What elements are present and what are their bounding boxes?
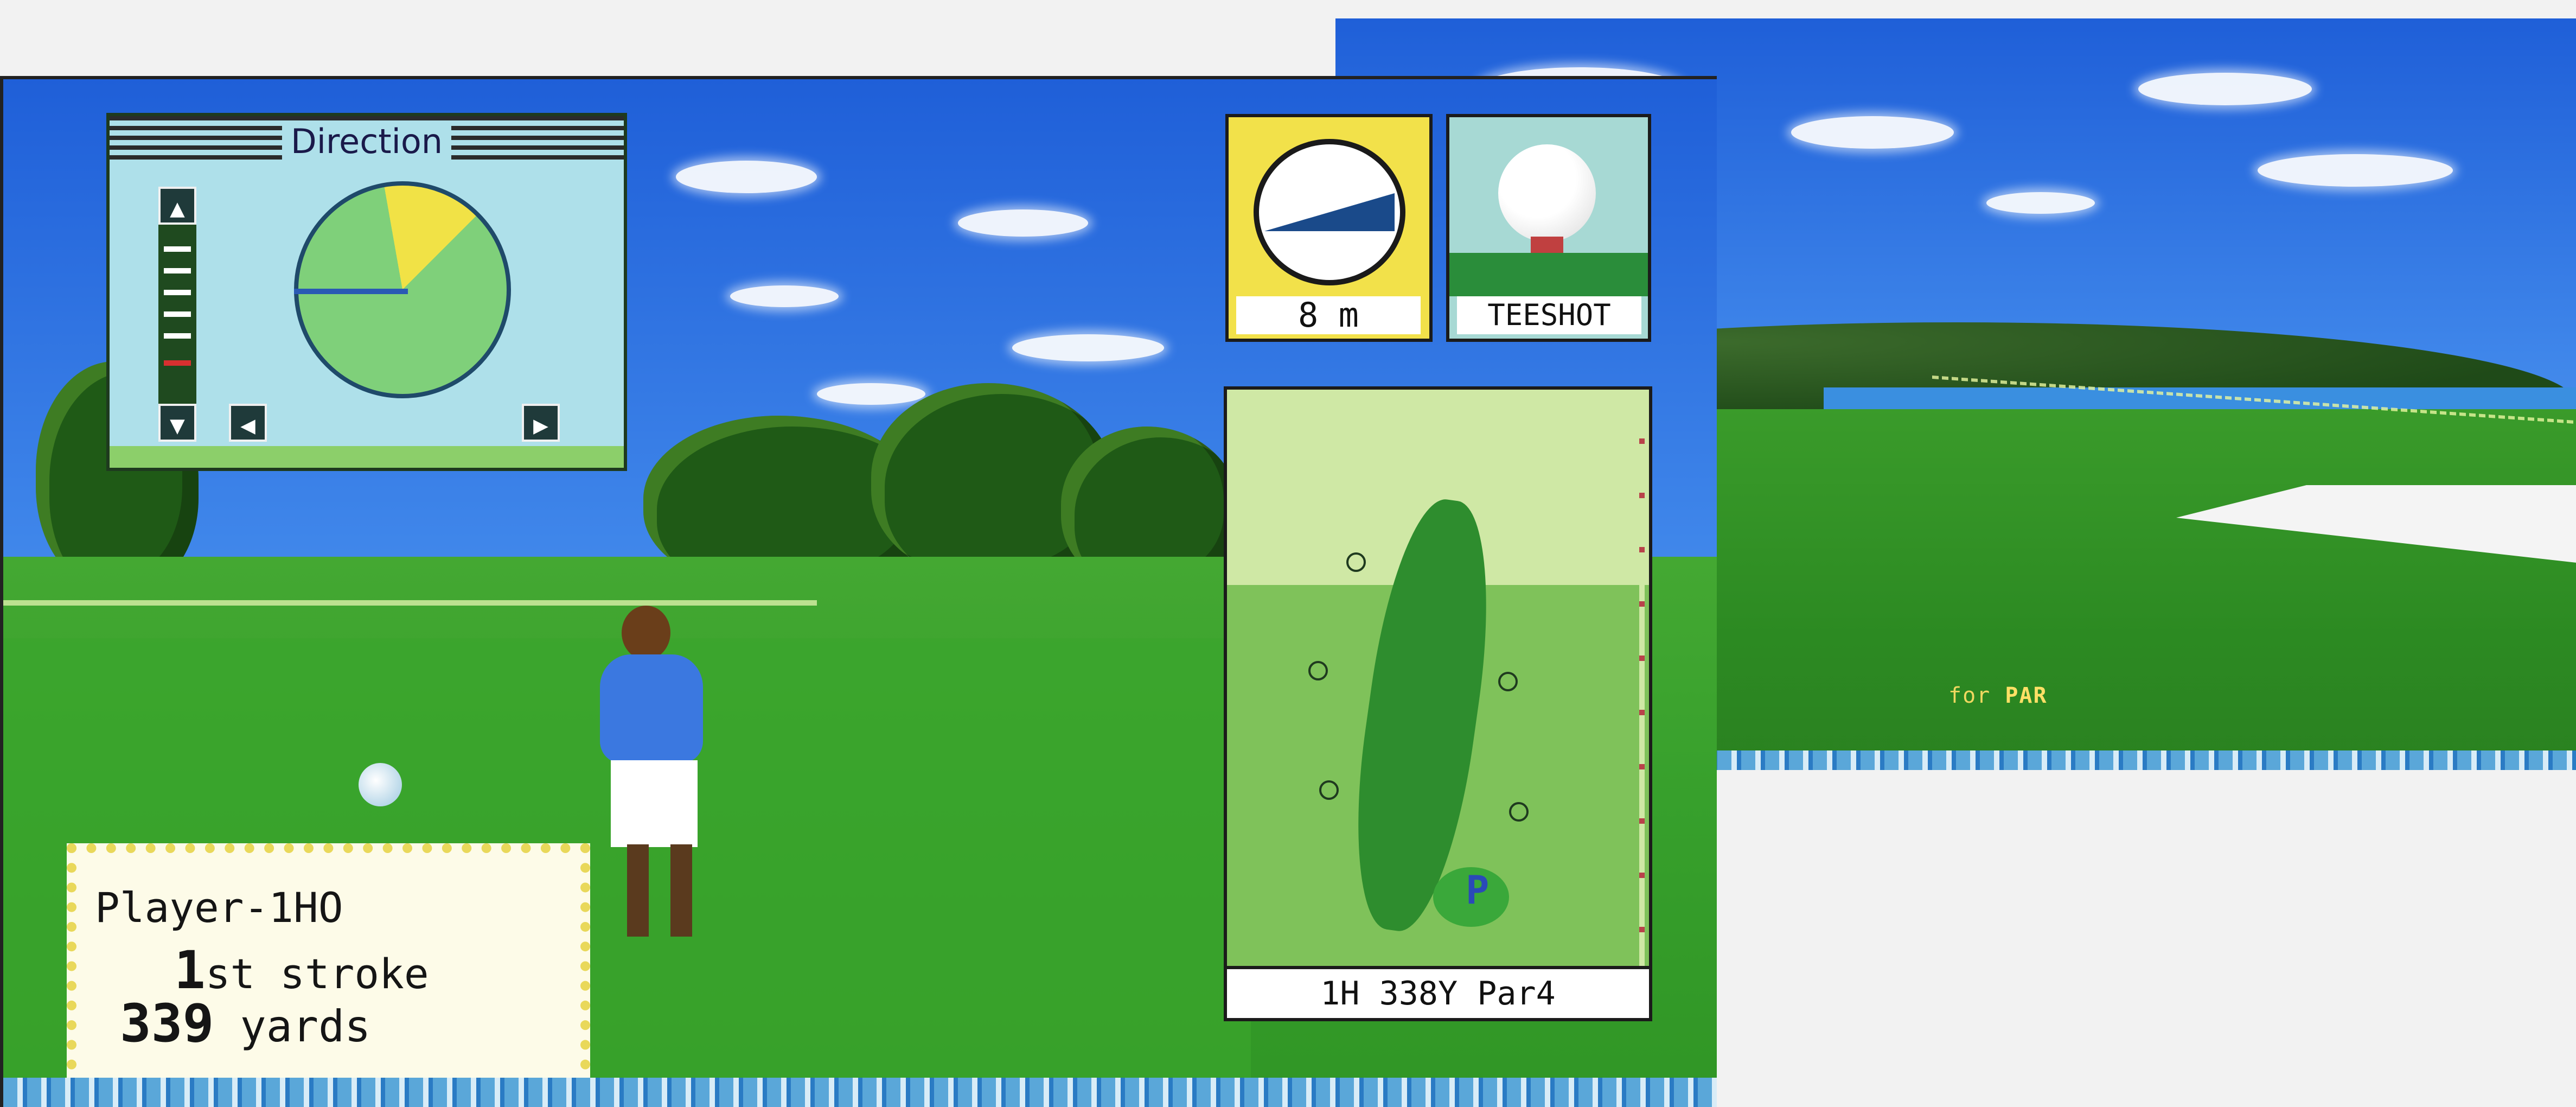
hole-status-text: for PAR xyxy=(1948,683,2048,708)
hole-info: 1H 338Y Par4 xyxy=(1227,966,1649,1018)
golfer-shorts xyxy=(611,760,698,847)
map-tree-icon xyxy=(1346,552,1366,572)
ladder-tick xyxy=(164,290,191,295)
fairway-edge xyxy=(3,600,817,606)
power-fill xyxy=(1264,193,1395,231)
cloud xyxy=(1986,192,2095,214)
golfer-leg xyxy=(670,844,692,937)
ladder-tick xyxy=(164,311,191,317)
aim-up-button[interactable]: ▲ xyxy=(158,187,196,225)
map-distance-ruler xyxy=(1639,390,1645,1018)
shot-type-label: TEESHOT xyxy=(1457,296,1641,334)
cloud xyxy=(730,285,839,307)
map-tree-icon xyxy=(1319,780,1339,800)
screen-bottom-strip xyxy=(3,1078,1717,1107)
cloud xyxy=(676,161,817,193)
ladder-tick xyxy=(164,246,191,252)
golfer-shirt xyxy=(600,654,703,763)
stroke-count: 1st stroke xyxy=(174,940,429,1001)
player-name: Player-1HO xyxy=(95,883,343,932)
aim-left-button[interactable]: ◀ xyxy=(229,404,267,442)
main-game-screen: Direction ▲ ▼ ◀ ▶ 8 m TEESHOT P 1H 338Y … xyxy=(0,76,1717,1107)
map-tree-icon xyxy=(1308,661,1328,680)
player-info-panel: Player-1HO 1st stroke 339 yards xyxy=(67,843,590,1089)
hole-map: P 1H 338Y Par4 xyxy=(1224,386,1652,1021)
tee-icon xyxy=(1531,237,1563,253)
direction-panel: Direction ▲ ▼ ◀ ▶ xyxy=(106,113,627,471)
cloud xyxy=(817,383,925,405)
cloud xyxy=(2138,73,2312,105)
direction-indicator xyxy=(294,289,408,294)
distance-remaining: 339 yards xyxy=(120,993,371,1054)
distance-readout: 8 m xyxy=(1236,296,1421,334)
panel-footer xyxy=(110,446,624,468)
aim-right-button[interactable]: ▶ xyxy=(522,404,560,442)
golf-ball xyxy=(359,763,402,806)
ladder-tick xyxy=(164,333,191,339)
cloud xyxy=(1012,334,1164,361)
pin-marker: P xyxy=(1466,867,1490,913)
shot-power-meter: 8 m xyxy=(1225,114,1433,342)
ball-on-tee-icon xyxy=(1498,144,1596,242)
tee-ground xyxy=(1449,253,1648,296)
golfer-leg xyxy=(627,844,649,937)
cloud xyxy=(1791,116,1954,149)
aim-down-button[interactable]: ▼ xyxy=(158,404,196,442)
map-tree-icon xyxy=(1498,672,1518,691)
ladder-tick xyxy=(164,268,191,273)
cloud xyxy=(2258,154,2453,187)
shot-type-panel: TEESHOT xyxy=(1446,114,1651,342)
map-tree-icon xyxy=(1509,802,1529,822)
direction-panel-title: Direction xyxy=(282,122,452,161)
direction-panel-title-bar: Direction xyxy=(110,116,624,165)
cloud xyxy=(958,209,1088,237)
power-dial xyxy=(1254,139,1405,285)
ladder-marker xyxy=(164,360,191,366)
golfer-head xyxy=(622,606,670,660)
